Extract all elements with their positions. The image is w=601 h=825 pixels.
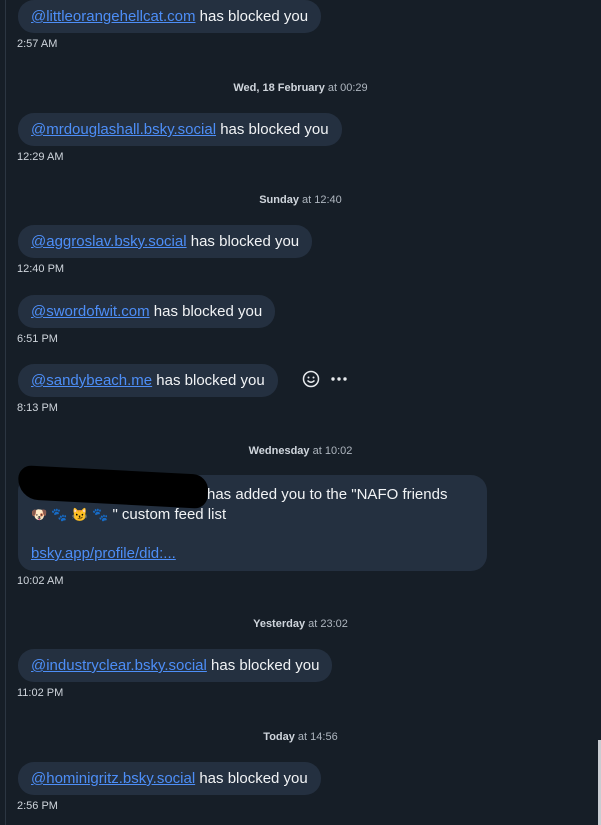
divider-day: Wednesday (248, 445, 310, 457)
message-bubble: @littleorangehellcat.com has blocked you (18, 0, 322, 33)
message-bubble: @industryclear.bsky.social has blocked y… (18, 649, 333, 682)
divider-day: Wed, 18 February (233, 82, 325, 94)
list-message-line2-row: 🐶 🐾 😼 🐾 " custom feed list (31, 505, 474, 525)
left-border (5, 0, 6, 825)
message-time: 2:57 AM (17, 38, 58, 50)
divider-day: Sunday (259, 194, 299, 206)
message-bubble: @hominigritz.bsky.social has blocked you (18, 762, 321, 795)
divider-day: Yesterday (253, 618, 306, 630)
message-bubble: @aggroslav.bsky.social has blocked you (18, 225, 313, 258)
date-divider: Wednesday at 10:02 (0, 445, 601, 457)
message-time: 11:02 PM (17, 687, 64, 699)
message-time: 6:51 PM (17, 333, 58, 345)
user-handle-link[interactable]: @swordofwit.com (31, 303, 150, 320)
profile-link[interactable]: bsky.app/profile/did:... (31, 544, 176, 564)
message-text: has blocked you (186, 233, 300, 250)
user-handle-link[interactable]: @industryclear.bsky.social (31, 657, 207, 674)
message-text: has blocked you (195, 8, 309, 25)
message-text: has blocked you (206, 657, 320, 674)
message-time: 2:56 PM (17, 800, 58, 812)
divider-time: at 23:02 (305, 618, 348, 630)
divider-day: Today (263, 731, 295, 743)
message-bubble: @mrdouglashall.bsky.social has blocked y… (18, 113, 342, 146)
message-text: has blocked you (152, 372, 265, 389)
user-handle-link[interactable]: @littleorangehellcat.com (31, 8, 195, 25)
message-text: has blocked you (149, 303, 263, 320)
message-time: 12:40 PM (17, 263, 65, 275)
more-options-icon[interactable] (330, 370, 348, 388)
divider-time: at 00:29 (324, 82, 368, 94)
user-handle-link[interactable]: @mrdouglashall.bsky.social (31, 121, 216, 138)
date-divider: Today at 14:56 (0, 731, 601, 743)
divider-time: at 10:02 (309, 445, 353, 457)
divider-time: at 14:56 (294, 731, 338, 743)
message-time: 10:02 AM (17, 575, 64, 587)
message-time: 12:29 AM (17, 151, 64, 163)
date-divider: Wed, 18 February at 00:29 (0, 82, 601, 94)
message-actions (302, 370, 348, 388)
dog-emoji-icon: 🐶 (31, 507, 48, 522)
divider-time: at 12:40 (298, 194, 342, 206)
paw-emoji-icon: 🐾 (51, 507, 68, 522)
date-divider: Yesterday at 23:02 (0, 618, 601, 630)
message-text: has blocked you (216, 121, 329, 138)
emoji-reaction-icon[interactable] (302, 370, 320, 388)
message-bubble: @sandybeach.me has blocked you (18, 364, 278, 397)
user-handle-link[interactable]: @aggroslav.bsky.social (31, 233, 187, 250)
user-handle-link[interactable]: @sandybeach.me (31, 372, 152, 389)
cat-emoji-icon: 😼 (71, 507, 88, 522)
message-text: has blocked you (195, 770, 308, 787)
date-divider: Sunday at 12:40 (0, 194, 601, 206)
list-message-line2: " custom feed list (112, 506, 227, 523)
emoji-group: 🐶 🐾 😼 🐾 (31, 506, 112, 523)
message-bubble: @swordofwit.com has blocked you (18, 295, 276, 328)
paw-emoji-icon: 🐾 (92, 507, 109, 522)
message-time: 8:13 PM (17, 402, 58, 414)
user-handle-link[interactable]: @hominigritz.bsky.social (31, 770, 195, 787)
